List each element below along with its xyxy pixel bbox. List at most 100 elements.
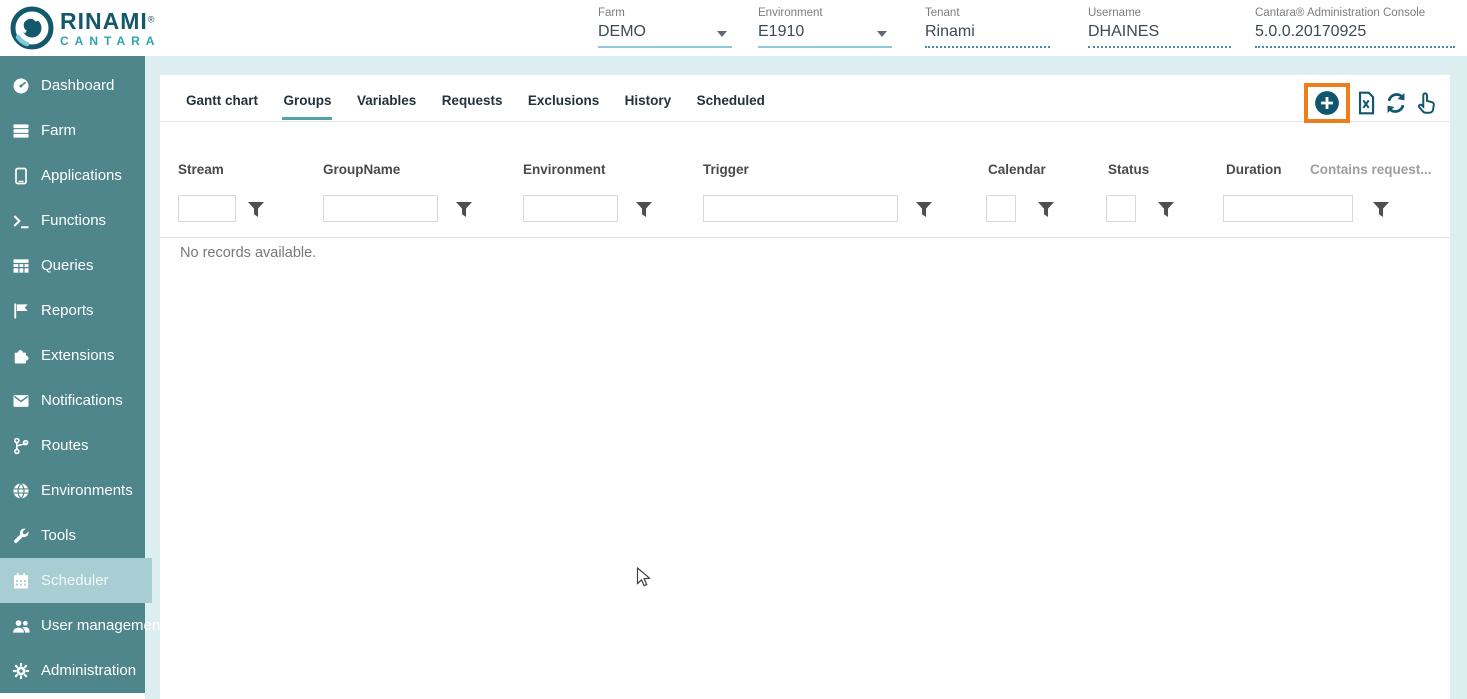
tab-scheduled[interactable]: Scheduled — [696, 75, 766, 120]
filter-funnel-icon[interactable] — [916, 202, 932, 217]
rinami-logo-icon — [10, 6, 54, 50]
tenant-value: Rinami — [925, 23, 1050, 48]
sidebar-item-extensions[interactable]: Extensions — [0, 333, 145, 378]
refresh-icon — [1383, 90, 1409, 116]
user-management-icon — [11, 616, 31, 636]
brand-subname: CANTARA — [60, 35, 160, 47]
duration-filter-input[interactable] — [1223, 195, 1353, 222]
column-header-duration: Duration — [1226, 162, 1282, 177]
sidebar-item-label: Dashboard — [41, 77, 114, 94]
filter-funnel-icon[interactable] — [636, 202, 652, 217]
content-canvas: Gantt chart Groups Variables Requests Ex… — [145, 56, 1467, 699]
sidebar-item-label: Administration — [41, 662, 136, 679]
tab-gantt-chart[interactable]: Gantt chart — [185, 75, 259, 120]
empty-state-message: No records available. — [180, 245, 316, 261]
add-button[interactable] — [1313, 87, 1341, 119]
calendar-filter-input[interactable] — [986, 195, 1016, 222]
column-header-calendar: Calendar — [988, 162, 1046, 177]
filter-funnel-icon[interactable] — [1373, 202, 1389, 217]
filter-funnel-icon[interactable] — [248, 202, 264, 217]
filter-funnel-icon[interactable] — [1038, 202, 1054, 217]
sidebar-item-label: Functions — [41, 212, 106, 229]
hand-pointer-icon — [1413, 90, 1439, 116]
sidebar-item-label: Extensions — [41, 347, 114, 364]
sidebar-item-label: Applications — [41, 167, 122, 184]
sidebar-item-label: Routes — [41, 437, 89, 454]
scheduler-icon — [11, 571, 31, 591]
sidebar-item-administration[interactable]: Administration — [0, 648, 145, 693]
farm-icon — [11, 121, 31, 141]
sidebar-item-label: Notifications — [41, 392, 123, 409]
sidebar-item-applications[interactable]: Applications — [0, 153, 145, 198]
sidebar-item-label: Queries — [41, 257, 94, 274]
sidebar-item-queries[interactable]: Queries — [0, 243, 145, 288]
environment-value: E1910 — [758, 23, 892, 48]
filter-funnel-icon[interactable] — [1158, 202, 1174, 217]
administration-icon — [11, 661, 31, 681]
sidebar-item-tools[interactable]: Tools — [0, 513, 145, 558]
registered-mark: ® — [148, 14, 155, 24]
username-label: Username — [1088, 7, 1231, 19]
username-value: DHAINES — [1088, 23, 1231, 48]
tab-groups[interactable]: Groups — [282, 75, 332, 120]
column-header-environment: Environment — [523, 162, 606, 177]
highlight-box — [1304, 83, 1350, 123]
excel-file-icon — [1353, 90, 1379, 116]
reports-icon — [11, 301, 31, 321]
stream-filter-input[interactable] — [178, 195, 236, 222]
notifications-icon — [11, 391, 31, 411]
environment-filter-input[interactable] — [523, 195, 618, 222]
extensions-icon — [11, 346, 31, 366]
tools-icon — [11, 526, 31, 546]
sidebar-item-environments[interactable]: Environments — [0, 468, 145, 513]
sidebar-nav: Dashboard Farm Applications Functions Qu… — [0, 56, 145, 693]
sidebar-item-label: Environments — [41, 482, 133, 499]
column-header-trigger: Trigger — [703, 162, 749, 177]
tab-history[interactable]: History — [624, 75, 673, 120]
sidebar-item-routes[interactable]: Routes — [0, 423, 145, 468]
sidebar-item-notifications[interactable]: Notifications — [0, 378, 145, 423]
queries-icon — [11, 256, 31, 276]
environment-select[interactable]: Environment E1910 — [758, 7, 892, 48]
tenant-label: Tenant — [925, 7, 1050, 19]
divider — [160, 237, 1450, 238]
refresh-button[interactable] — [1382, 87, 1410, 119]
console-version-value: 5.0.0.20170925 — [1255, 23, 1455, 48]
dashboard-icon — [11, 76, 31, 96]
brand-text: RINAMI® CANTARA — [60, 10, 160, 47]
filter-row: Stream GroupName Environment Trigger Cal… — [160, 162, 1450, 237]
scheduler-groups-panel: Gantt chart Groups Variables Requests Ex… — [160, 75, 1450, 699]
sidebar-item-functions[interactable]: Functions — [0, 198, 145, 243]
username-field: Username DHAINES — [1088, 7, 1231, 48]
filter-funnel-icon[interactable] — [456, 202, 472, 217]
sidebar-item-scheduler[interactable]: Scheduler — [0, 558, 152, 603]
sidebar-item-label: Reports — [41, 302, 94, 319]
farm-value: DEMO — [598, 23, 732, 48]
export-excel-button[interactable] — [1352, 87, 1380, 119]
farm-select[interactable]: Farm DEMO — [598, 7, 732, 48]
sidebar-item-reports[interactable]: Reports — [0, 288, 145, 333]
status-filter-input[interactable] — [1106, 195, 1136, 222]
applications-icon — [11, 166, 31, 186]
interactive-mode-button[interactable] — [1412, 87, 1440, 119]
brand-name: RINAMI — [60, 8, 148, 34]
trigger-filter-input[interactable] — [703, 195, 898, 222]
console-version-field: Cantara® Administration Console 5.0.0.20… — [1255, 7, 1455, 48]
chevron-down-icon — [717, 31, 727, 37]
sidebar-item-user-management[interactable]: User management — [0, 603, 145, 648]
farm-label: Farm — [598, 7, 732, 19]
tab-requests[interactable]: Requests — [441, 75, 504, 120]
sidebar-item-label: Scheduler — [41, 572, 109, 589]
tab-variables[interactable]: Variables — [356, 75, 417, 120]
tab-exclusions[interactable]: Exclusions — [527, 75, 600, 120]
brand-logo: RINAMI® CANTARA — [10, 6, 160, 50]
column-header-status: Status — [1108, 162, 1149, 177]
column-header-contains-request: Contains request... — [1310, 162, 1432, 177]
chevron-down-icon — [877, 31, 887, 37]
tenant-field: Tenant Rinami — [925, 7, 1050, 48]
environment-label: Environment — [758, 7, 892, 19]
environments-icon — [11, 481, 31, 501]
sidebar-item-dashboard[interactable]: Dashboard — [0, 63, 145, 108]
sidebar-item-farm[interactable]: Farm — [0, 108, 145, 153]
groupname-filter-input[interactable] — [323, 195, 438, 222]
